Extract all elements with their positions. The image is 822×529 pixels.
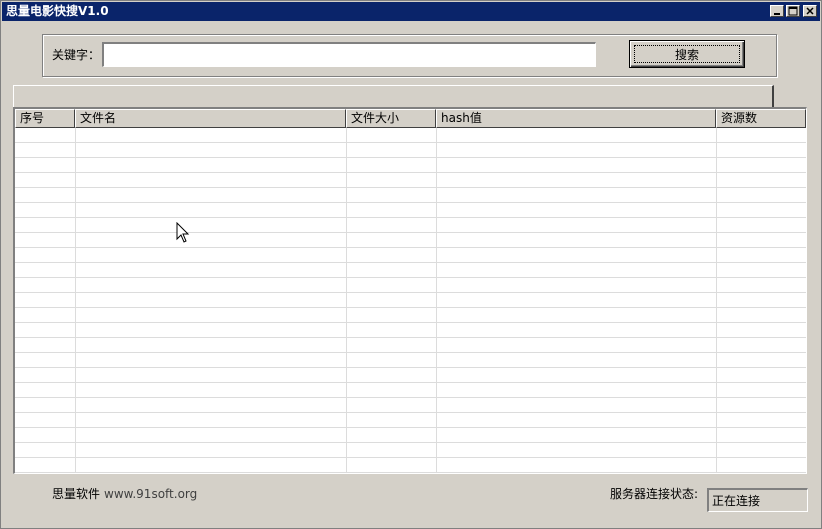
- title-bar[interactable]: 思量电影快搜V1.0: [2, 2, 820, 21]
- footer-brand: 思量软件 www.91soft.org: [52, 485, 197, 502]
- table-body[interactable]: [15, 128, 806, 473]
- window-title: 思量电影快搜V1.0: [6, 4, 109, 18]
- server-status-value: 正在连接: [707, 488, 808, 512]
- column-header-sources[interactable]: 资源数: [716, 109, 806, 128]
- server-status-label: 服务器连接状态:: [610, 487, 699, 501]
- progress-bar: [13, 85, 774, 107]
- column-header-index[interactable]: 序号: [15, 109, 75, 128]
- keyword-input[interactable]: [102, 42, 596, 67]
- mouse-cursor-icon: [176, 222, 190, 243]
- maximize-icon: [788, 6, 798, 16]
- maximize-button[interactable]: [786, 5, 800, 17]
- results-table[interactable]: 序号 文件名 文件大小 hash值 资源数: [13, 107, 807, 474]
- column-header-filename[interactable]: 文件名: [75, 109, 346, 128]
- close-icon: [806, 7, 814, 15]
- keyword-label: 关键字：: [52, 48, 101, 62]
- minimize-button[interactable]: [770, 5, 784, 17]
- brand-site: www.91soft.org: [104, 487, 198, 501]
- column-divider: [346, 128, 347, 473]
- search-button-label: 搜索: [634, 45, 740, 63]
- column-header-hash[interactable]: hash值: [436, 109, 716, 128]
- column-divider: [436, 128, 437, 473]
- close-button[interactable]: [803, 5, 817, 17]
- column-divider: [806, 128, 807, 473]
- column-header-filesize[interactable]: 文件大小: [346, 109, 436, 128]
- minimize-icon: [774, 13, 780, 15]
- column-divider: [75, 128, 76, 473]
- search-button[interactable]: 搜索: [629, 40, 745, 68]
- table-header: 序号 文件名 文件大小 hash值 资源数: [15, 109, 806, 128]
- brand-name: 思量软件: [52, 487, 101, 501]
- column-divider: [716, 128, 717, 473]
